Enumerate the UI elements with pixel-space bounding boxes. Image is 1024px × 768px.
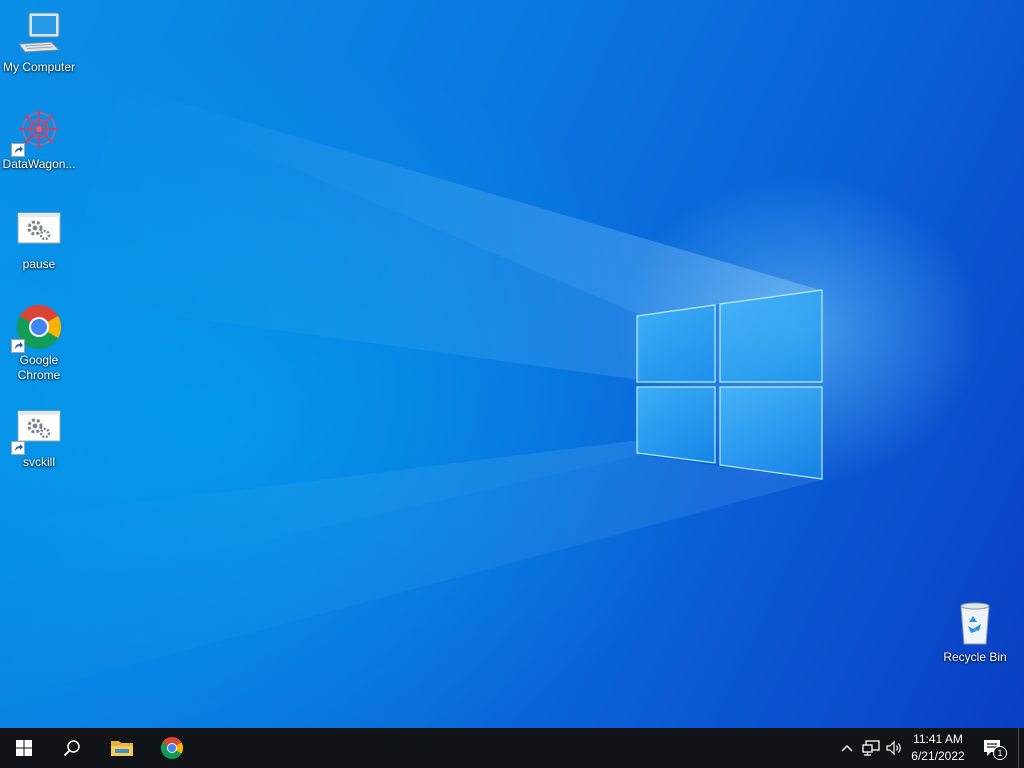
taskbar-clock[interactable]: 11:41 AM 6/21/2022 xyxy=(904,731,972,765)
chrome-icon xyxy=(11,303,63,353)
chrome-icon xyxy=(161,737,183,759)
desktop-icon-label: Google Chrome xyxy=(17,353,61,382)
desktop-icon-label: pause xyxy=(22,257,56,271)
desktop-icon-datawagon[interactable]: DataWagon... xyxy=(0,107,78,172)
desktop-icon-svckill[interactable]: svckill xyxy=(0,405,78,470)
search-button[interactable] xyxy=(48,728,96,768)
chevron-up-icon xyxy=(841,745,853,752)
network-icon xyxy=(862,740,880,756)
shortcut-arrow-icon xyxy=(11,339,25,353)
windows-logo-wallpaper xyxy=(636,289,823,480)
start-button[interactable] xyxy=(0,728,48,768)
show-desktop-button[interactable] xyxy=(1018,728,1024,768)
volume-button[interactable] xyxy=(884,738,904,758)
taskbar: 11:41 AM 6/21/2022 1 xyxy=(0,728,1024,768)
network-button[interactable] xyxy=(861,738,881,758)
recycle-bin-icon xyxy=(951,600,999,648)
windows-start-icon xyxy=(16,740,32,756)
datawagon-icon xyxy=(11,107,63,157)
clock-date: 6/21/2022 xyxy=(911,749,965,763)
search-icon xyxy=(63,740,80,757)
shortcut-arrow-icon xyxy=(11,441,25,455)
volume-icon xyxy=(886,740,901,756)
desktop[interactable]: My Computer DataWagon... pause Google Ch… xyxy=(0,0,1024,728)
desktop-icon-my-computer[interactable]: My Computer xyxy=(0,10,78,75)
clock-time: 11:41 AM xyxy=(913,732,963,746)
desktop-icon-label: svckill xyxy=(23,455,55,469)
desktop-icon-label: Recycle Bin xyxy=(943,650,1007,664)
desktop-icon-label: My Computer xyxy=(2,60,76,74)
file-explorer-icon xyxy=(111,741,133,756)
notification-count-badge: 1 xyxy=(993,746,1007,760)
desktop-icon-label: DataWagon... xyxy=(2,157,76,171)
taskbar-chrome[interactable] xyxy=(148,728,196,768)
desktop-icon-pause[interactable]: pause xyxy=(0,207,78,272)
batch-file-icon xyxy=(11,405,63,455)
action-center-button[interactable]: 1 xyxy=(972,728,1012,768)
computer-icon xyxy=(15,10,63,58)
desktop-icon-recycle-bin[interactable]: Recycle Bin xyxy=(936,600,1014,665)
taskbar-file-explorer[interactable] xyxy=(98,728,146,768)
batch-file-icon xyxy=(15,207,63,255)
desktop-icon-google-chrome[interactable]: Google Chrome xyxy=(0,303,78,383)
shortcut-arrow-icon xyxy=(11,143,25,157)
show-hidden-icons-button[interactable] xyxy=(837,738,857,758)
